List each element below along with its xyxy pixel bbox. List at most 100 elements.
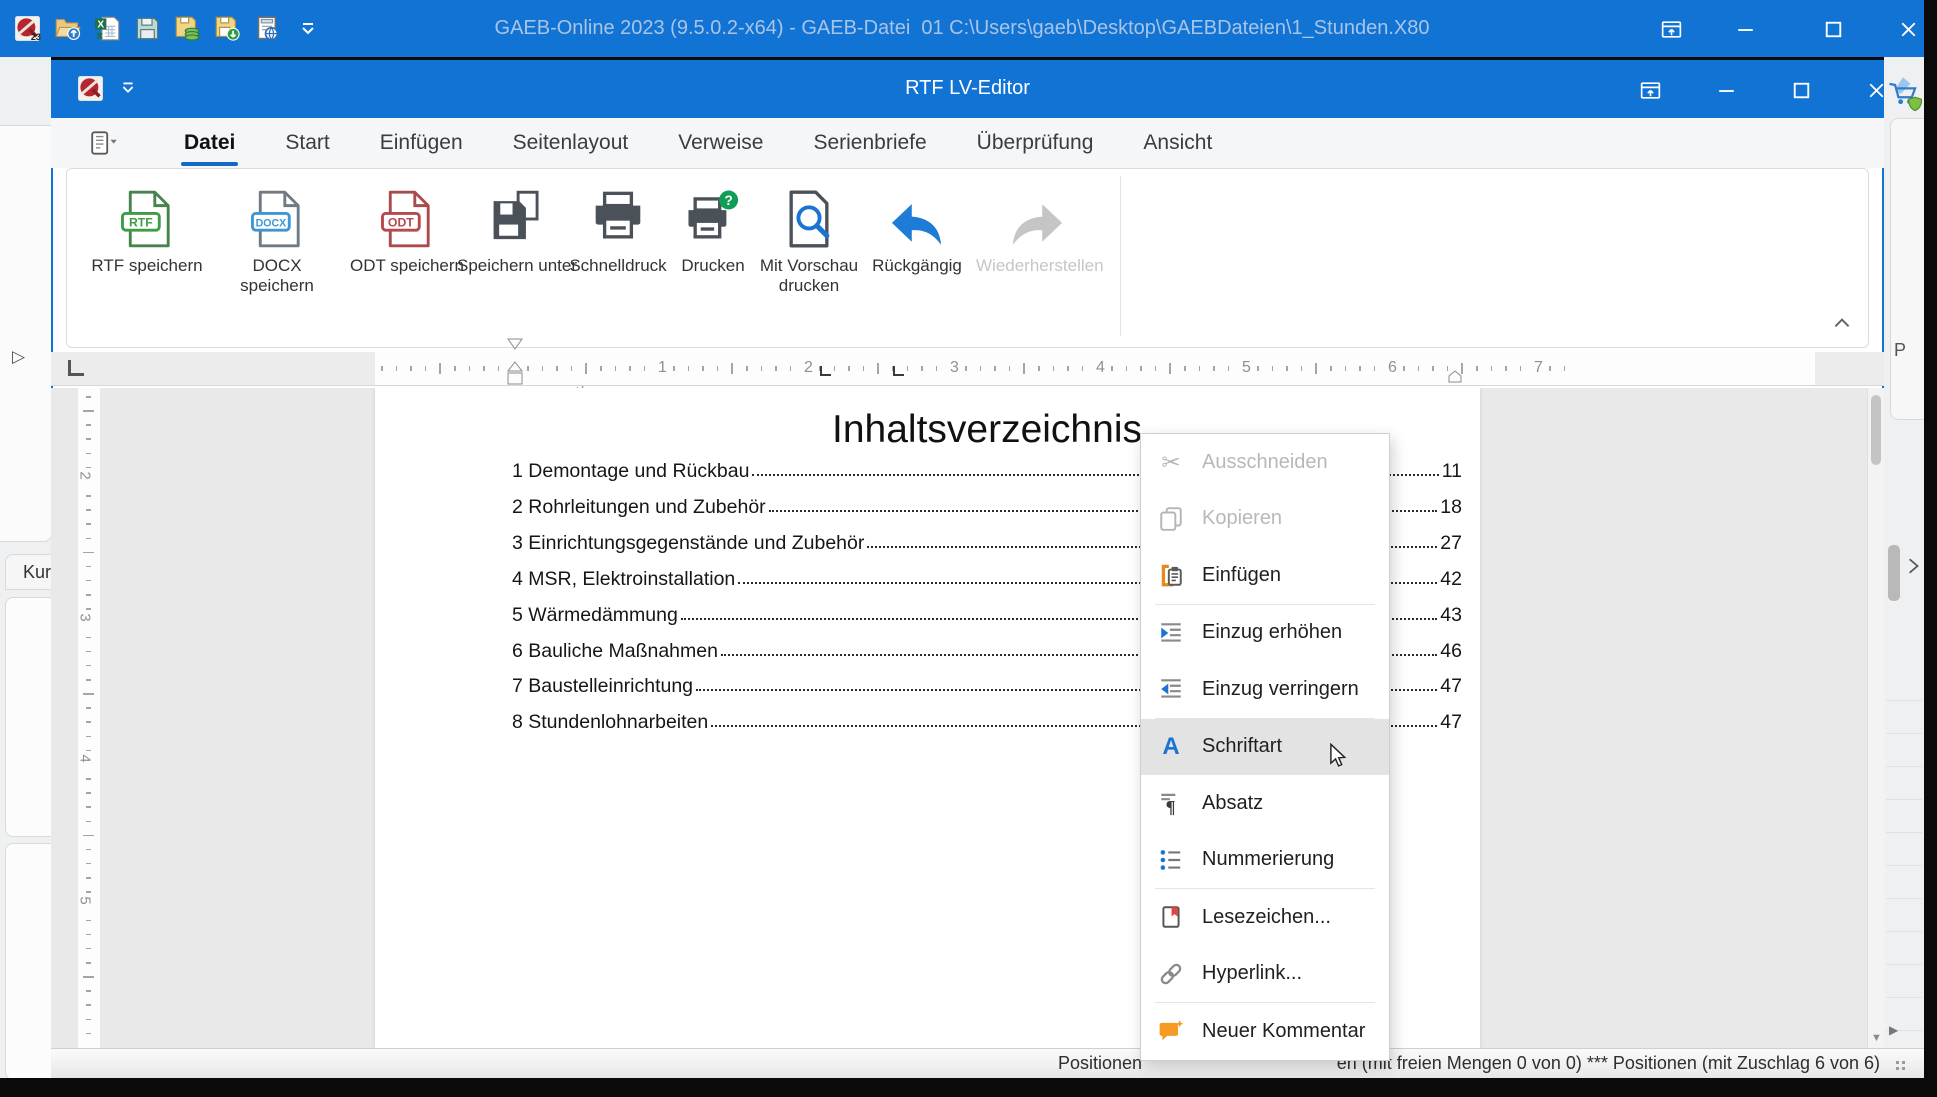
- vertical-scrollbar[interactable]: ▼: [1867, 388, 1884, 1048]
- play-arrow-icon[interactable]: ▶: [1889, 1023, 1898, 1037]
- tab-datei[interactable]: Datei: [159, 118, 260, 168]
- open-file-icon[interactable]: [54, 15, 81, 42]
- toc-entry-label: 1 Demontage und Rückbau: [512, 460, 749, 483]
- ruler-tick: [644, 366, 646, 371]
- toc-page-number: 46: [1440, 640, 1462, 663]
- ruler-number: 4: [77, 754, 94, 762]
- scrollbar-thumb[interactable]: [1871, 395, 1881, 465]
- ruler-tick: [86, 877, 91, 879]
- ruler-tick: [86, 594, 91, 596]
- ruler-tick: [1564, 366, 1566, 371]
- save-as-icon: [490, 186, 544, 248]
- outer-maximize-button[interactable]: [1813, 14, 1853, 44]
- shop-cart-icon[interactable]: [1886, 75, 1922, 120]
- editor-close-button[interactable]: [1856, 75, 1884, 105]
- ruler-tick: [86, 637, 91, 639]
- right-indent-marker[interactable]: [1447, 370, 1463, 389]
- ribbon-button-undo-arrow[interactable]: Rückgängig: [852, 186, 982, 336]
- menu-item-indent-decrease[interactable]: Einzug verringern: [1141, 661, 1389, 718]
- expand-arrow-icon[interactable]: ▷: [12, 347, 25, 367]
- ruler-tick: [1199, 366, 1201, 371]
- window-shadow: [1924, 0, 1937, 1097]
- background-scrollbar-thumb[interactable]: [1888, 545, 1900, 601]
- menu-item-bookmark[interactable]: Lesezeichen...: [1141, 889, 1389, 946]
- ruler-tick: [86, 891, 91, 893]
- tab-einfügen[interactable]: Einfügen: [355, 118, 488, 168]
- tab-type-selector-icon[interactable]: [68, 360, 84, 376]
- resize-grip-icon[interactable]: [1896, 1061, 1899, 1064]
- ruler-tick: [86, 778, 91, 780]
- menu-item-paste[interactable]: Einfügen: [1141, 547, 1389, 604]
- ruler-tick: [86, 523, 91, 525]
- outer-close-button[interactable]: [1888, 14, 1928, 44]
- tab-überprüfung[interactable]: Überprüfung: [952, 118, 1119, 168]
- editor-window-pin-button[interactable]: [1630, 75, 1670, 105]
- ruler-tick: [1023, 363, 1025, 374]
- menu-item-new-comment[interactable]: Neuer Kommentar: [1141, 1003, 1389, 1060]
- menu-item-hyperlink[interactable]: Hyperlink...: [1141, 946, 1389, 1003]
- ruler-tick: [1184, 366, 1186, 371]
- export-excel-icon[interactable]: X: [94, 15, 121, 42]
- tab-start[interactable]: Start: [260, 118, 354, 168]
- ruler-tick: [965, 366, 967, 371]
- ruler-tick: [86, 806, 91, 808]
- background-right-panel: P ▶: [1884, 57, 1924, 1078]
- svg-text:RTF: RTF: [129, 215, 153, 229]
- ruler-tick: [86, 948, 91, 950]
- editor-maximize-button[interactable]: [1781, 75, 1821, 105]
- ruler-tick: [1330, 366, 1332, 371]
- report-globe-icon[interactable]: [254, 15, 281, 42]
- background-row-line: [1886, 964, 1922, 965]
- menu-item-indent-increase[interactable]: Einzug erhöhen: [1141, 605, 1389, 662]
- menu-item-paragraph[interactable]: ¶Absatz: [1141, 775, 1389, 832]
- ruler-tick: [848, 366, 850, 371]
- ruler-tick: [425, 366, 427, 371]
- background-tab-kur[interactable]: Kur: [5, 554, 51, 590]
- background-row-line: [1886, 931, 1922, 932]
- app-logo-icon[interactable]: 23: [14, 15, 41, 42]
- ruler-tick: [86, 736, 91, 738]
- rtf-document-icon: RTF: [120, 186, 174, 248]
- save-icon[interactable]: [134, 15, 161, 42]
- document-menu-icon[interactable]: [85, 127, 123, 159]
- tab-stop-marker[interactable]: [820, 366, 831, 376]
- ruler-number: 3: [950, 359, 959, 377]
- ruler-tick: [83, 693, 94, 695]
- save-all-icon[interactable]: [174, 15, 201, 42]
- menu-item-label: Einzug verringern: [1202, 678, 1359, 701]
- chevron-right-icon[interactable]: [1904, 557, 1922, 580]
- menu-item-numbering[interactable]: Nummerierung: [1141, 832, 1389, 889]
- ruler-tick: [1213, 366, 1215, 371]
- tab-serienbriefe[interactable]: Serienbriefe: [788, 118, 951, 168]
- toc-entry-label: 6 Bauliche Maßnahmen: [512, 640, 718, 663]
- paragraph-icon: ¶: [1157, 790, 1185, 816]
- ruler-tick: [1418, 366, 1420, 371]
- ruler-tick: [1549, 366, 1551, 371]
- outer-window-pin-button[interactable]: [1651, 14, 1691, 44]
- tab-verweise[interactable]: Verweise: [653, 118, 788, 168]
- toc-page-number: 18: [1440, 496, 1462, 519]
- rtf-lv-editor-window: RTF LV-Editor DateiStartEinfügenSeitenla…: [51, 60, 1884, 1078]
- editor-minimize-button[interactable]: [1706, 75, 1746, 105]
- indent-marker[interactable]: [506, 337, 524, 392]
- tab-stop-marker[interactable]: [893, 366, 904, 376]
- svg-text:¶: ¶: [1166, 797, 1176, 816]
- ribbon-button-docx-document[interactable]: DOCXDOCX speichern: [212, 186, 342, 336]
- ruler-tick: [1169, 363, 1171, 374]
- printer-question-icon: ?: [686, 186, 740, 248]
- ruler-tick: [571, 366, 573, 371]
- tab-seitenlayout[interactable]: Seitenlayout: [488, 118, 654, 168]
- ribbon-button-rtf-document[interactable]: RTFRTF speichern: [82, 186, 212, 336]
- toc-page-number: 47: [1440, 675, 1462, 698]
- ruler-tick: [585, 363, 587, 374]
- scroll-down-icon[interactable]: ▼: [1871, 1032, 1882, 1044]
- editor-window-title: RTF LV-Editor: [51, 77, 1884, 100]
- tab-ansicht[interactable]: Ansicht: [1118, 118, 1237, 168]
- ruler-number: 2: [804, 359, 813, 377]
- ruler-tick: [83, 410, 94, 412]
- customize-toolbar-chevron-icon[interactable]: [294, 15, 321, 42]
- outer-minimize-button[interactable]: [1725, 14, 1765, 44]
- collapse-ribbon-chevron-icon[interactable]: [1829, 310, 1855, 336]
- save-download-icon[interactable]: [214, 15, 241, 42]
- mouse-cursor: [1328, 743, 1352, 774]
